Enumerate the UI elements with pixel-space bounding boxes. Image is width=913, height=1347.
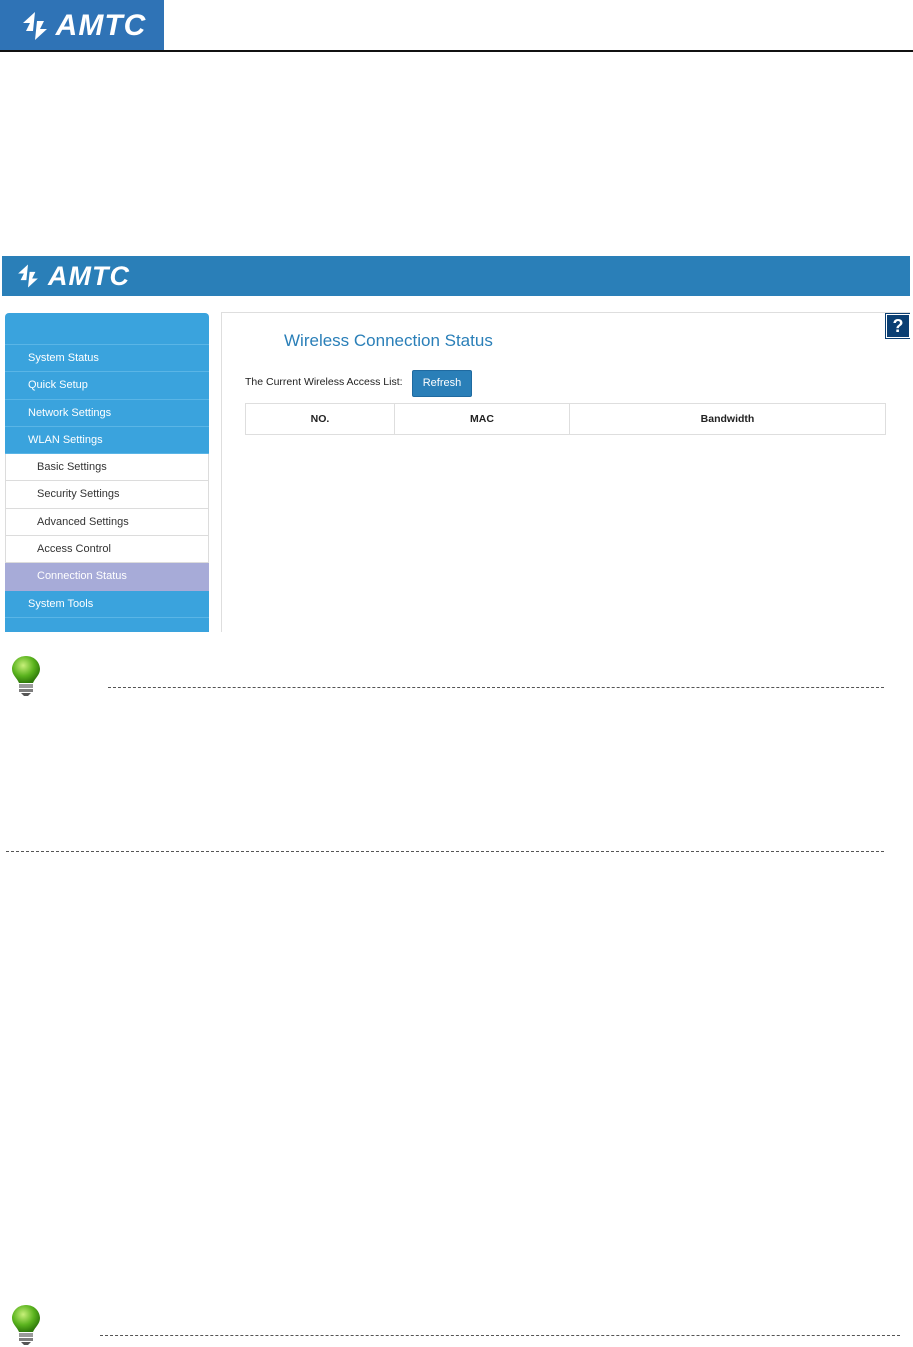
main-panel: ? Wireless Connection Status The Current… bbox=[221, 312, 910, 632]
header-rule bbox=[0, 50, 913, 52]
lightbulb-icon bbox=[12, 1305, 40, 1345]
col-header-no: NO. bbox=[245, 403, 395, 435]
sidebar-item-quick-setup[interactable]: Quick Setup bbox=[5, 372, 209, 400]
col-header-mac: MAC bbox=[394, 403, 570, 435]
page-title: Wireless Connection Status bbox=[284, 331, 493, 350]
document-logo-text: AMTC bbox=[55, 8, 147, 42]
app-header: AMTC bbox=[2, 256, 910, 296]
sidebar-nav: System Status Quick Setup Network Settin… bbox=[5, 313, 209, 632]
router-ui-screenshot: AMTC System Status Quick Setup Network S… bbox=[2, 256, 910, 632]
sidebar-item-system-tools[interactable]: System Tools bbox=[5, 591, 209, 618]
sidebar-spacer bbox=[5, 313, 209, 345]
col-header-bandwidth: Bandwidth bbox=[569, 403, 886, 435]
connection-table: NO. MAC Bandwidth bbox=[245, 403, 886, 435]
sidebar-subitem-security-settings[interactable]: Security Settings bbox=[5, 481, 209, 509]
note-divider-bottom bbox=[6, 851, 884, 852]
sidebar-item-wlan-settings[interactable]: WLAN Settings bbox=[5, 427, 209, 455]
sidebar-subitem-basic-settings[interactable]: Basic Settings bbox=[5, 454, 209, 482]
app-logo-text: AMTC bbox=[48, 260, 130, 291]
access-list-label: The Current Wireless Access List: bbox=[245, 376, 403, 388]
sidebar-subitem-connection-status[interactable]: Connection Status bbox=[5, 563, 209, 591]
refresh-button[interactable]: Refresh bbox=[412, 370, 472, 397]
sidebar-item-network-settings[interactable]: Network Settings bbox=[5, 400, 209, 427]
sidebar-item-system-status[interactable]: System Status bbox=[5, 345, 209, 373]
note-divider-top bbox=[108, 687, 884, 688]
sidebar-subitem-advanced-settings[interactable]: Advanced Settings bbox=[5, 508, 209, 537]
sidebar-subitem-access-control[interactable]: Access Control bbox=[5, 536, 209, 564]
table-header-row: NO. MAC Bandwidth bbox=[245, 403, 886, 435]
document-logo: AMTC bbox=[0, 0, 164, 51]
lightbulb-icon bbox=[12, 656, 40, 696]
help-icon[interactable]: ? bbox=[886, 314, 910, 338]
amtc-logo-icon bbox=[22, 11, 47, 40]
amtc-logo-icon bbox=[18, 264, 38, 288]
note-divider-top-2 bbox=[100, 1335, 900, 1336]
